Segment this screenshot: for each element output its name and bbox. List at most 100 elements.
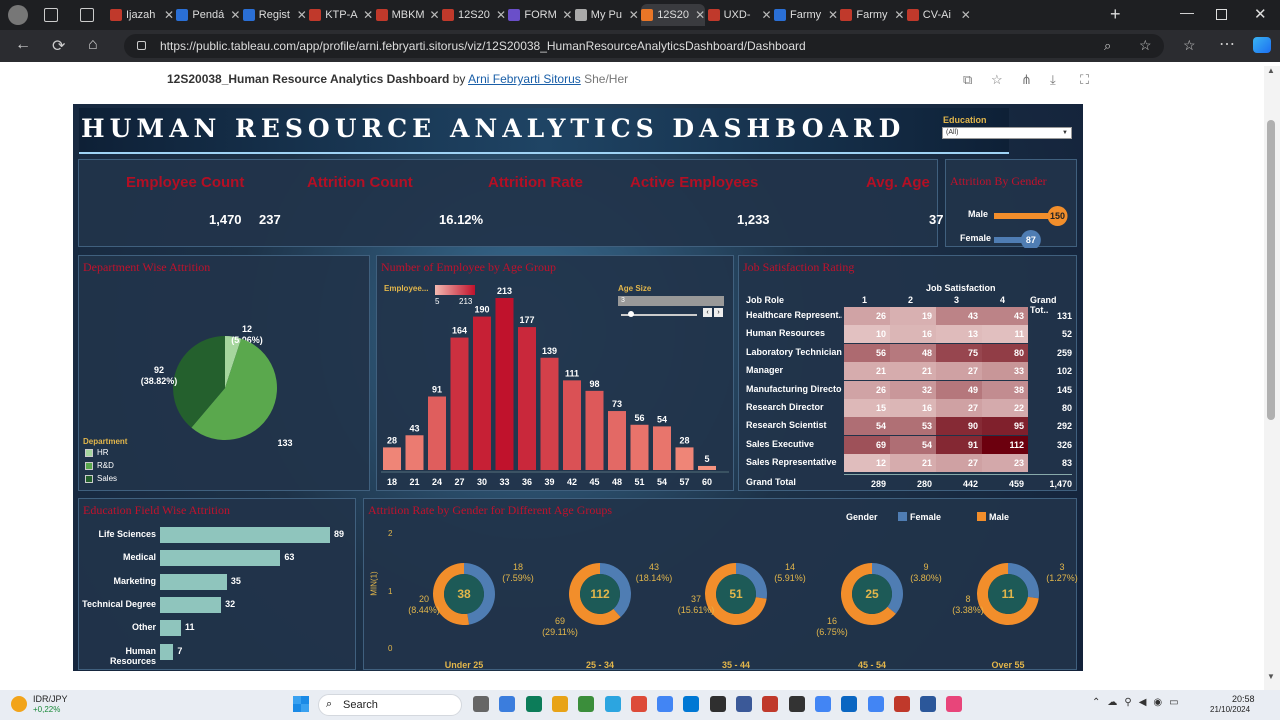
tab-favicon-icon xyxy=(242,9,255,21)
browser-tab[interactable]: Pendá ✕ xyxy=(176,4,240,26)
row-total: 102 xyxy=(1056,366,1072,377)
close-window-button[interactable]: ✕ xyxy=(1254,5,1267,23)
taskbar-app-icon[interactable] xyxy=(736,696,752,712)
browser-tab[interactable]: 12S20 ✕ xyxy=(442,4,506,26)
taskbar-app-icon[interactable] xyxy=(525,696,542,712)
grand-total-value: 1,470 xyxy=(1028,473,1072,492)
department-legend-title: Department xyxy=(83,437,128,446)
tray-icons[interactable]: ⌃☁⚲◀◉▭ xyxy=(1092,697,1186,708)
job-role-label: Human Resources xyxy=(746,328,826,339)
age-tick-label: 36 xyxy=(522,477,532,487)
taskbar-app-icon[interactable] xyxy=(814,696,831,712)
minimize-button[interactable]: — xyxy=(1180,4,1194,20)
copilot-icon[interactable] xyxy=(1253,37,1271,53)
age-value-label: 98 xyxy=(589,379,599,389)
browser-tab[interactable]: Farmy ✕ xyxy=(840,4,904,26)
tab-close-icon[interactable]: ✕ xyxy=(297,8,307,22)
tab-close-icon[interactable]: ✕ xyxy=(562,8,572,22)
back-icon[interactable]: ← xyxy=(15,36,31,54)
workspaces-icon[interactable] xyxy=(44,8,58,22)
age-bar xyxy=(473,316,491,470)
browser-tab[interactable]: Ijazah ✕ xyxy=(110,4,174,26)
browser-tab[interactable]: KTP-A ✕ xyxy=(309,4,373,26)
copy-icon[interactable]: ⧉ xyxy=(963,72,972,88)
taskbar-app-icon[interactable] xyxy=(683,696,700,712)
taskbar-app-icon[interactable] xyxy=(473,696,489,712)
scroll-down-arrow[interactable]: ▼ xyxy=(1267,672,1275,681)
scroll-up-arrow[interactable]: ▲ xyxy=(1267,66,1275,75)
tab-close-icon[interactable]: ✕ xyxy=(762,8,772,22)
windows-start-icon[interactable] xyxy=(293,696,309,712)
taskbar-app-icon[interactable] xyxy=(946,696,963,712)
taskbar-app-icon[interactable] xyxy=(578,696,595,712)
tab-close-icon[interactable]: ✕ xyxy=(230,8,240,22)
clock-time[interactable]: 20:58 xyxy=(1232,694,1255,704)
tab-close-icon[interactable]: ✕ xyxy=(430,8,440,22)
browser-tab[interactable]: FORM ✕ xyxy=(508,4,572,26)
browser-tab[interactable]: Regist ✕ xyxy=(242,4,307,26)
tab-close-icon[interactable]: ✕ xyxy=(164,8,174,22)
age-tick-label: 33 xyxy=(499,477,509,487)
tab-actions-icon[interactable] xyxy=(80,8,94,22)
taskbar-app-icon[interactable] xyxy=(893,696,910,712)
education-filter-dropdown[interactable]: (All) ▼ xyxy=(942,127,1072,139)
taskbar-app-icon[interactable] xyxy=(657,696,674,712)
more-menu-icon[interactable]: ⋯ xyxy=(1219,34,1235,54)
profile-avatar[interactable] xyxy=(8,5,28,25)
browser-tab[interactable]: UXD- ✕ xyxy=(707,4,772,26)
browser-tab[interactable]: MBKM ✕ xyxy=(375,4,440,26)
taskbar-app-icon[interactable] xyxy=(867,696,884,712)
tab-favicon-icon xyxy=(574,9,587,21)
tab-favicon-icon xyxy=(375,9,388,21)
taskbar-app-icon[interactable] xyxy=(841,696,858,712)
tab-close-icon[interactable]: ✕ xyxy=(894,8,904,22)
fullscreen-icon[interactable]: ⛶ xyxy=(1080,72,1089,88)
tab-close-icon[interactable]: ✕ xyxy=(828,8,838,22)
favorites-icon[interactable]: ☆ xyxy=(1183,37,1196,54)
refresh-icon[interactable]: ⟳ xyxy=(52,36,65,56)
heatmap-cell: 23 xyxy=(982,454,1028,473)
zoom-icon[interactable]: ⌕ xyxy=(1104,38,1111,54)
tab-close-icon[interactable]: ✕ xyxy=(961,8,971,22)
age-value-label: 28 xyxy=(679,435,689,445)
column-total: 442 xyxy=(936,473,982,492)
donut-category-label: 35 - 44 xyxy=(722,660,750,670)
taskbar-app-icon[interactable] xyxy=(788,696,805,712)
url-field[interactable]: https://public.tableau.com/app/profile/a… xyxy=(124,34,1164,58)
taskbar-app-icon[interactable] xyxy=(920,696,937,712)
maximize-button[interactable] xyxy=(1216,9,1227,20)
taskbar-app-icon[interactable] xyxy=(630,696,647,712)
age-tick-label: 27 xyxy=(454,477,464,487)
satisfaction-col-header: 1 xyxy=(862,295,868,305)
home-icon[interactable]: ⌂ xyxy=(88,36,98,54)
tab-close-icon[interactable]: ✕ xyxy=(629,8,639,22)
heatmap-cell: 10 xyxy=(844,325,890,344)
tab-close-icon[interactable]: ✕ xyxy=(695,8,705,22)
browser-tab[interactable]: Farmy ✕ xyxy=(774,4,838,26)
by-text: by xyxy=(452,72,466,86)
taskbar-app-icon[interactable] xyxy=(604,696,621,712)
tab-close-icon[interactable]: ✕ xyxy=(363,8,373,22)
favorite-icon[interactable]: ☆ xyxy=(991,72,1003,88)
taskbar-app-icon[interactable] xyxy=(709,696,726,712)
scrollbar-thumb[interactable] xyxy=(1267,120,1275,420)
legend-swatch xyxy=(85,462,93,470)
share-icon[interactable]: ⋔ xyxy=(1021,72,1032,88)
download-icon[interactable]: ⤓ xyxy=(1050,72,1056,88)
tab-close-icon[interactable]: ✕ xyxy=(496,8,506,22)
browser-tab[interactable]: 12S20 ✕ xyxy=(641,4,706,26)
favorite-star-icon[interactable]: ☆ xyxy=(1139,37,1152,54)
donut-charts: 3818 (7.59%)20 (8.44%)Under 2511243 (18.14%… xyxy=(408,562,1078,670)
browser-tab[interactable]: My Pu ✕ xyxy=(574,4,639,26)
taskbar-app-icon[interactable] xyxy=(551,696,568,712)
ticker-name[interactable]: IDR/JPY xyxy=(33,694,68,704)
column-total: 280 xyxy=(890,473,936,492)
taskbar-app-icon[interactable] xyxy=(762,696,779,712)
tab-label: 12S20 xyxy=(657,9,689,21)
taskbar-search[interactable]: ⌕ Search xyxy=(318,694,462,716)
new-tab-button[interactable]: + xyxy=(1110,4,1121,25)
donut-male-label: 16 (6.75%) xyxy=(816,616,848,637)
taskbar-app-icon[interactable] xyxy=(499,696,516,712)
author-link[interactable]: Arni Febryarti Sitorus xyxy=(468,72,581,86)
browser-tab[interactable]: CV-Ai ✕ xyxy=(906,4,971,26)
